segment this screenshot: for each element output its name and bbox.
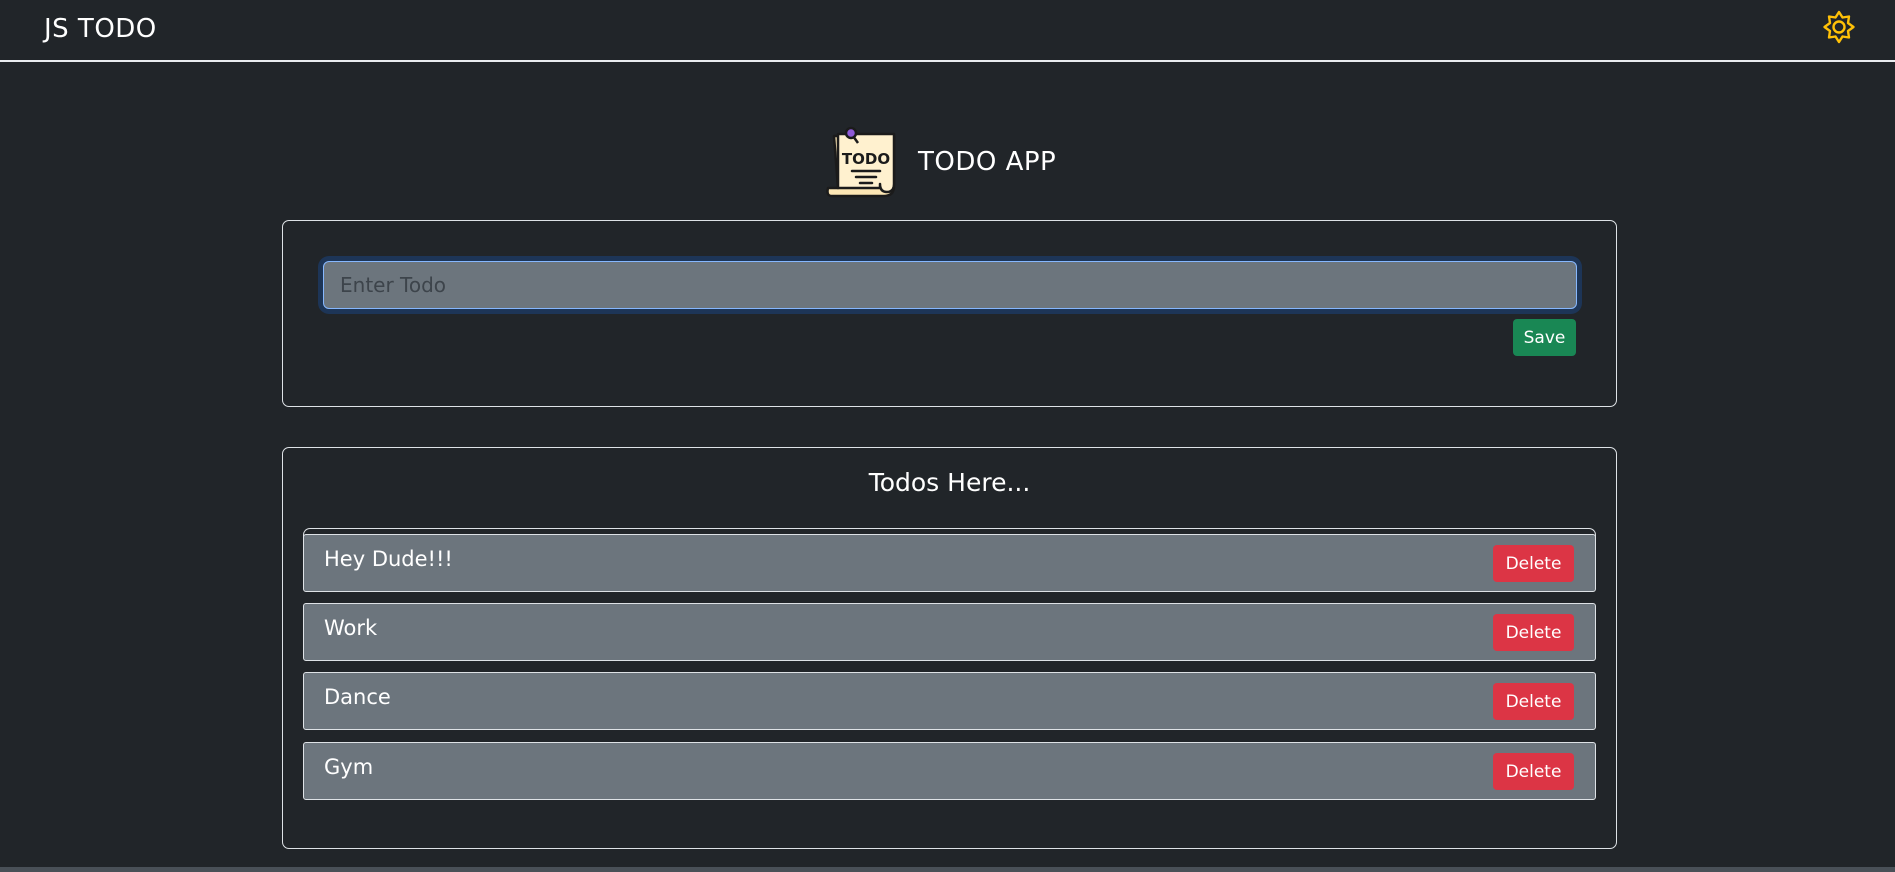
todo-item-text: Dance (324, 685, 391, 709)
todo-input[interactable] (323, 261, 1577, 309)
horizontal-scrollbar[interactable] (0, 867, 1895, 872)
todo-item-text: Work (324, 616, 378, 640)
todo-note-icon: TODO (824, 126, 900, 198)
sun-gear-icon (1823, 10, 1855, 44)
delete-button[interactable]: Delete (1493, 614, 1574, 651)
save-button[interactable]: Save (1513, 319, 1576, 356)
list-item: Work Delete (303, 603, 1596, 661)
todo-list-card: Todos Here... Hey Dude!!! Delete Work De… (282, 447, 1617, 849)
delete-button[interactable]: Delete (1493, 683, 1574, 720)
delete-button[interactable]: Delete (1493, 545, 1574, 582)
list-item: Dance Delete (303, 672, 1596, 730)
delete-button[interactable]: Delete (1493, 753, 1574, 790)
navbar: JS TODO (0, 0, 1895, 62)
hero: TODO TODO APP (0, 126, 1895, 198)
todo-item-text: Hey Dude!!! (324, 547, 453, 571)
list-item: Hey Dude!!! Delete (303, 534, 1596, 592)
list-item: Gym Delete (303, 742, 1596, 800)
theme-toggle-icon[interactable] (1822, 10, 1856, 44)
svg-text:TODO: TODO (842, 150, 890, 168)
page-title: TODO APP (918, 147, 1057, 177)
todo-list-title: Todos Here... (868, 468, 1031, 497)
todo-input-card: Save (282, 220, 1617, 407)
todo-item-text: Gym (324, 755, 374, 779)
navbar-brand[interactable]: JS TODO (44, 14, 157, 44)
